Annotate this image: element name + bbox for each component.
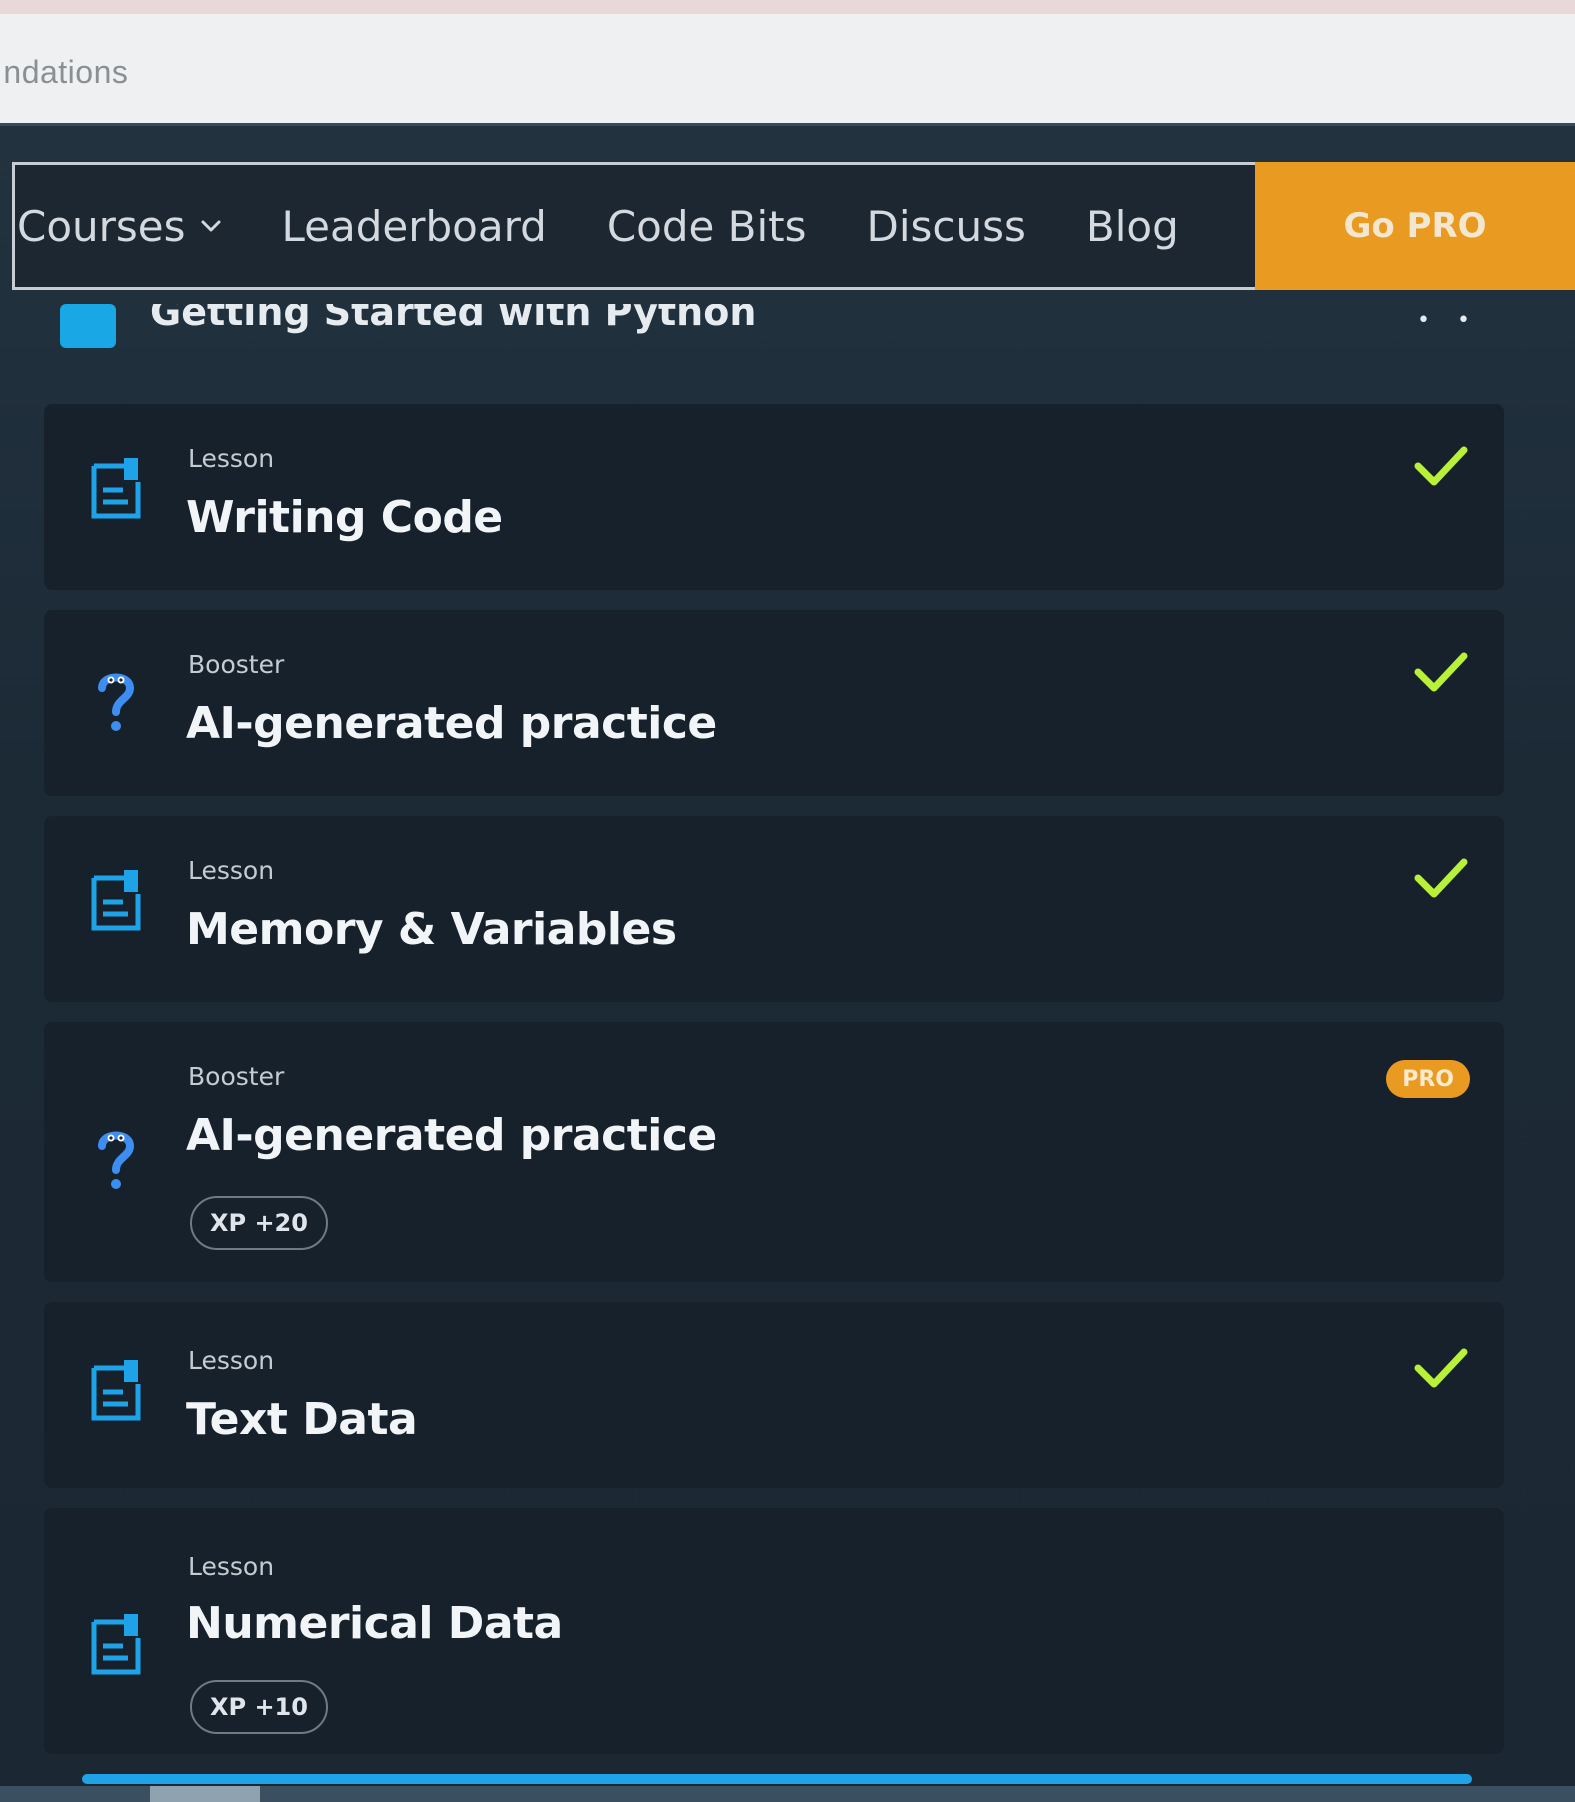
booster-card-ai-practice[interactable]: Booster AI-generated practice [44,610,1504,796]
lesson-document-icon [91,870,141,931]
nav-item-discuss[interactable]: Discuss [867,202,1026,251]
xp-reward-pill: XP +20 [190,1196,328,1250]
chevron-down-icon [201,220,221,232]
section-title: Getting Started with Python [150,304,757,334]
nav-item-blog[interactable]: Blog [1086,202,1179,251]
lesson-document-icon [91,458,141,519]
checkmark-icon [1414,858,1468,898]
card-title: Text Data [186,1394,418,1445]
card-title: AI-generated practice [186,698,717,749]
booster-question-icon [98,673,135,731]
progress-bar [82,1774,1472,1784]
card-type-label: Booster [188,650,285,679]
lesson-document-icon [91,1360,141,1421]
page-topbar: ındations [0,14,1575,126]
card-title: Writing Code [186,492,503,543]
lesson-card-memory-variables[interactable]: Lesson Memory & Variables [44,816,1504,1002]
browser-top-strip [0,0,1575,14]
card-type-label: Lesson [188,1346,275,1375]
breadcrumb[interactable]: ındations [0,54,128,91]
card-title: AI-generated practice [186,1110,717,1161]
checkmark-icon [1414,652,1468,692]
scrollbar-thumb[interactable] [150,1786,260,1802]
booster-question-icon [98,1131,135,1189]
pro-badge: PRO [1386,1060,1470,1098]
checkmark-icon [1414,446,1468,486]
nav-item-courses[interactable]: Courses [17,202,222,251]
lesson-document-icon [91,1614,141,1675]
go-pro-button[interactable]: Go PRO [1255,162,1575,290]
lesson-card-writing-code[interactable]: Lesson Writing Code [44,404,1504,590]
card-type-label: Lesson [188,856,275,885]
card-title: Numerical Data [186,1598,563,1649]
xp-reward-pill: XP +10 [190,1680,328,1734]
main-nav: Courses Leaderboard Code Bits Discuss Bl… [12,162,1575,290]
card-type-label: Lesson [188,1552,275,1581]
card-type-label: Booster [188,1062,285,1091]
card-type-label: Lesson [188,444,275,473]
section-badge [60,304,116,348]
booster-card-ai-practice-pro[interactable]: Booster AI-generated practice PRO XP +20 [44,1022,1504,1282]
nav-item-leaderboard[interactable]: Leaderboard [282,202,547,251]
nav-item-label: Courses [17,201,186,251]
card-title: Memory & Variables [186,904,677,955]
lesson-card-text-data[interactable]: Lesson Text Data [44,1302,1504,1488]
main-area: Courses Leaderboard Code Bits Discuss Bl… [0,126,1575,1802]
section-header[interactable]: Getting Started with Python • • [60,304,1480,354]
checkmark-icon [1414,1348,1468,1388]
lesson-card-numerical-data[interactable]: Lesson Numerical Data XP +10 [44,1508,1504,1754]
nav-item-code-bits[interactable]: Code Bits [607,202,807,251]
ellipsis-icon[interactable]: • • [1417,308,1480,333]
horizontal-scrollbar[interactable] [0,1786,1575,1802]
